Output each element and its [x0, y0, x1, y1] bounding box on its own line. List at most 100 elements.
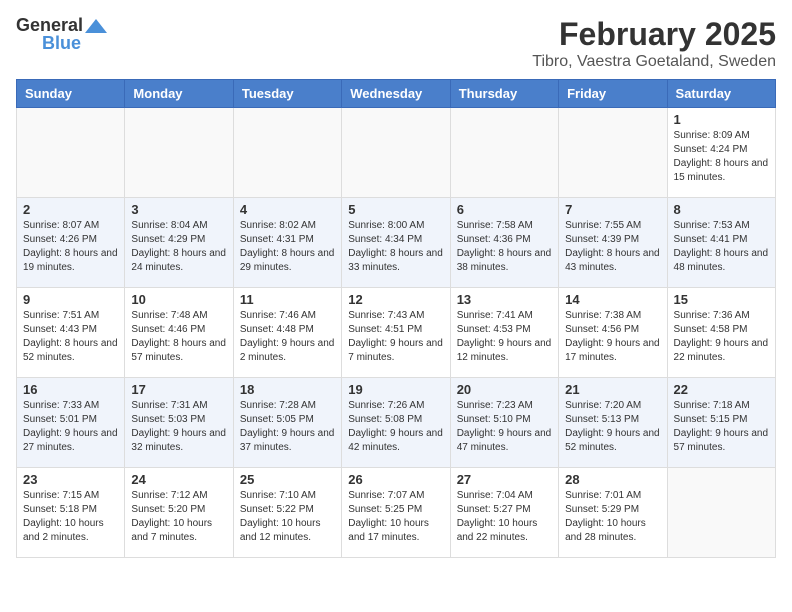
- calendar-cell: 24 Sunrise: 7:12 AM Sunset: 5:20 PM Dayli…: [125, 468, 233, 558]
- day-info: Sunrise: 7:53 AM Sunset: 4:41 PM Dayligh…: [674, 219, 769, 275]
- day-info: Sunrise: 7:43 AM Sunset: 4:51 PM Dayligh…: [348, 309, 443, 365]
- day-info: Sunrise: 7:26 AM Sunset: 5:08 PM Dayligh…: [348, 399, 443, 455]
- calendar-cell: [342, 108, 450, 198]
- day-info: Sunrise: 8:02 AM Sunset: 4:31 PM Dayligh…: [240, 219, 335, 275]
- calendar-cell: [125, 108, 233, 198]
- day-number: 26: [348, 472, 443, 487]
- weekday-header-tuesday: Tuesday: [233, 80, 341, 108]
- calendar-cell: 7 Sunrise: 7:55 AM Sunset: 4:39 PM Daylig…: [559, 198, 667, 288]
- calendar-cell: 11 Sunrise: 7:46 AM Sunset: 4:48 PM Dayli…: [233, 288, 341, 378]
- month-title: February 2025: [532, 16, 776, 53]
- calendar-cell: [450, 108, 558, 198]
- day-info: Sunrise: 7:55 AM Sunset: 4:39 PM Dayligh…: [565, 219, 660, 275]
- logo-bird-icon: [85, 17, 107, 35]
- day-info: Sunrise: 7:36 AM Sunset: 4:58 PM Dayligh…: [674, 309, 769, 365]
- day-number: 11: [240, 292, 335, 307]
- day-info: Sunrise: 7:33 AM Sunset: 5:01 PM Dayligh…: [23, 399, 118, 455]
- day-number: 20: [457, 382, 552, 397]
- calendar-cell: 9 Sunrise: 7:51 AM Sunset: 4:43 PM Daylig…: [17, 288, 125, 378]
- day-number: 15: [674, 292, 769, 307]
- calendar-cell: 13 Sunrise: 7:41 AM Sunset: 4:53 PM Dayli…: [450, 288, 558, 378]
- calendar-cell: 19 Sunrise: 7:26 AM Sunset: 5:08 PM Dayli…: [342, 378, 450, 468]
- calendar-cell: 15 Sunrise: 7:36 AM Sunset: 4:58 PM Dayli…: [667, 288, 775, 378]
- day-number: 2: [23, 202, 118, 217]
- day-info: Sunrise: 8:00 AM Sunset: 4:34 PM Dayligh…: [348, 219, 443, 275]
- day-number: 12: [348, 292, 443, 307]
- day-number: 16: [23, 382, 118, 397]
- day-info: Sunrise: 7:07 AM Sunset: 5:25 PM Dayligh…: [348, 489, 443, 545]
- calendar-cell: 3 Sunrise: 8:04 AM Sunset: 4:29 PM Daylig…: [125, 198, 233, 288]
- day-number: 21: [565, 382, 660, 397]
- day-number: 7: [565, 202, 660, 217]
- calendar-cell: 10Sunrise: 7:48 AM Sunset: 4:46 PM Dayli…: [125, 288, 233, 378]
- day-number: 13: [457, 292, 552, 307]
- day-number: 24: [131, 472, 226, 487]
- week-row-4: 16 Sunrise: 7:33 AM Sunset: 5:01 PM Dayli…: [17, 378, 776, 468]
- day-number: 23: [23, 472, 118, 487]
- day-number: 8: [674, 202, 769, 217]
- day-number: 6: [457, 202, 552, 217]
- location-title: Tibro, Vaestra Goetaland, Sweden: [532, 53, 776, 71]
- weekday-header-friday: Friday: [559, 80, 667, 108]
- day-number: 28: [565, 472, 660, 487]
- day-number: 18: [240, 382, 335, 397]
- calendar-cell: 20Sunrise: 7:23 AM Sunset: 5:10 PM Dayli…: [450, 378, 558, 468]
- day-number: 1: [674, 112, 769, 127]
- weekday-header-wednesday: Wednesday: [342, 80, 450, 108]
- day-number: 19: [348, 382, 443, 397]
- week-row-1: 1 Sunrise: 8:09 AM Sunset: 4:24 PM Daylig…: [17, 108, 776, 198]
- calendar-cell: 22Sunrise: 7:18 AM Sunset: 5:15 PM Dayli…: [667, 378, 775, 468]
- calendar-cell: 27Sunrise: 7:04 AM Sunset: 5:27 PM Dayli…: [450, 468, 558, 558]
- calendar-cell: [233, 108, 341, 198]
- calendar-cell: 1 Sunrise: 8:09 AM Sunset: 4:24 PM Daylig…: [667, 108, 775, 198]
- logo-blue: Blue: [42, 34, 81, 54]
- calendar-cell: 16 Sunrise: 7:33 AM Sunset: 5:01 PM Dayli…: [17, 378, 125, 468]
- day-number: 9: [23, 292, 118, 307]
- day-info: Sunrise: 7:04 AM Sunset: 5:27 PM Dayligh…: [457, 489, 552, 545]
- day-info: Sunrise: 7:28 AM Sunset: 5:05 PM Dayligh…: [240, 399, 335, 455]
- calendar-cell: 21 Sunrise: 7:20 AM Sunset: 5:13 PM Dayli…: [559, 378, 667, 468]
- calendar-cell: 12 Sunrise: 7:43 AM Sunset: 4:51 PM Dayli…: [342, 288, 450, 378]
- day-info: Sunrise: 8:04 AM Sunset: 4:29 PM Dayligh…: [131, 219, 226, 275]
- weekday-header-saturday: Saturday: [667, 80, 775, 108]
- calendar-cell: 2 Sunrise: 8:07 AM Sunset: 4:26 PM Daylig…: [17, 198, 125, 288]
- day-number: 17: [131, 382, 226, 397]
- day-number: 3: [131, 202, 226, 217]
- day-info: Sunrise: 7:12 AM Sunset: 5:20 PM Dayligh…: [131, 489, 226, 545]
- day-info: Sunrise: 8:07 AM Sunset: 4:26 PM Dayligh…: [23, 219, 118, 275]
- week-row-5: 23 Sunrise: 7:15 AM Sunset: 5:18 PM Dayli…: [17, 468, 776, 558]
- calendar-cell: 18 Sunrise: 7:28 AM Sunset: 5:05 PM Dayli…: [233, 378, 341, 468]
- calendar: SundayMondayTuesdayWednesdayThursdayFrid…: [16, 79, 776, 558]
- calendar-cell: [559, 108, 667, 198]
- day-number: 4: [240, 202, 335, 217]
- calendar-cell: 4 Sunrise: 8:02 AM Sunset: 4:31 PM Daylig…: [233, 198, 341, 288]
- weekday-header-sunday: Sunday: [17, 80, 125, 108]
- week-row-3: 9 Sunrise: 7:51 AM Sunset: 4:43 PM Daylig…: [17, 288, 776, 378]
- calendar-cell: [17, 108, 125, 198]
- calendar-cell: 8 Sunrise: 7:53 AM Sunset: 4:41 PM Daylig…: [667, 198, 775, 288]
- day-info: Sunrise: 7:51 AM Sunset: 4:43 PM Dayligh…: [23, 309, 118, 365]
- weekday-header-monday: Monday: [125, 80, 233, 108]
- day-info: Sunrise: 7:58 AM Sunset: 4:36 PM Dayligh…: [457, 219, 552, 275]
- header: General Blue February 2025 Tibro, Vaestr…: [16, 16, 776, 71]
- day-number: 25: [240, 472, 335, 487]
- calendar-cell: 26 Sunrise: 7:07 AM Sunset: 5:25 PM Dayli…: [342, 468, 450, 558]
- week-row-2: 2 Sunrise: 8:07 AM Sunset: 4:26 PM Daylig…: [17, 198, 776, 288]
- day-info: Sunrise: 7:20 AM Sunset: 5:13 PM Dayligh…: [565, 399, 660, 455]
- title-section: February 2025 Tibro, Vaestra Goetaland, …: [532, 16, 776, 71]
- calendar-cell: [667, 468, 775, 558]
- day-number: 14: [565, 292, 660, 307]
- day-info: Sunrise: 7:18 AM Sunset: 5:15 PM Dayligh…: [674, 399, 769, 455]
- day-info: Sunrise: 7:46 AM Sunset: 4:48 PM Dayligh…: [240, 309, 335, 365]
- weekday-header-thursday: Thursday: [450, 80, 558, 108]
- day-info: Sunrise: 7:38 AM Sunset: 4:56 PM Dayligh…: [565, 309, 660, 365]
- calendar-cell: 17 Sunrise: 7:31 AM Sunset: 5:03 PM Dayli…: [125, 378, 233, 468]
- day-info: Sunrise: 7:31 AM Sunset: 5:03 PM Dayligh…: [131, 399, 226, 455]
- day-info: Sunrise: 7:41 AM Sunset: 4:53 PM Dayligh…: [457, 309, 552, 365]
- calendar-cell: 5Sunrise: 8:00 AM Sunset: 4:34 PM Daylig…: [342, 198, 450, 288]
- calendar-cell: 23 Sunrise: 7:15 AM Sunset: 5:18 PM Dayli…: [17, 468, 125, 558]
- calendar-cell: 6 Sunrise: 7:58 AM Sunset: 4:36 PM Daylig…: [450, 198, 558, 288]
- day-info: Sunrise: 8:09 AM Sunset: 4:24 PM Dayligh…: [674, 129, 769, 185]
- day-info: Sunrise: 7:15 AM Sunset: 5:18 PM Dayligh…: [23, 489, 118, 545]
- day-info: Sunrise: 7:48 AM Sunset: 4:46 PM Dayligh…: [131, 309, 226, 365]
